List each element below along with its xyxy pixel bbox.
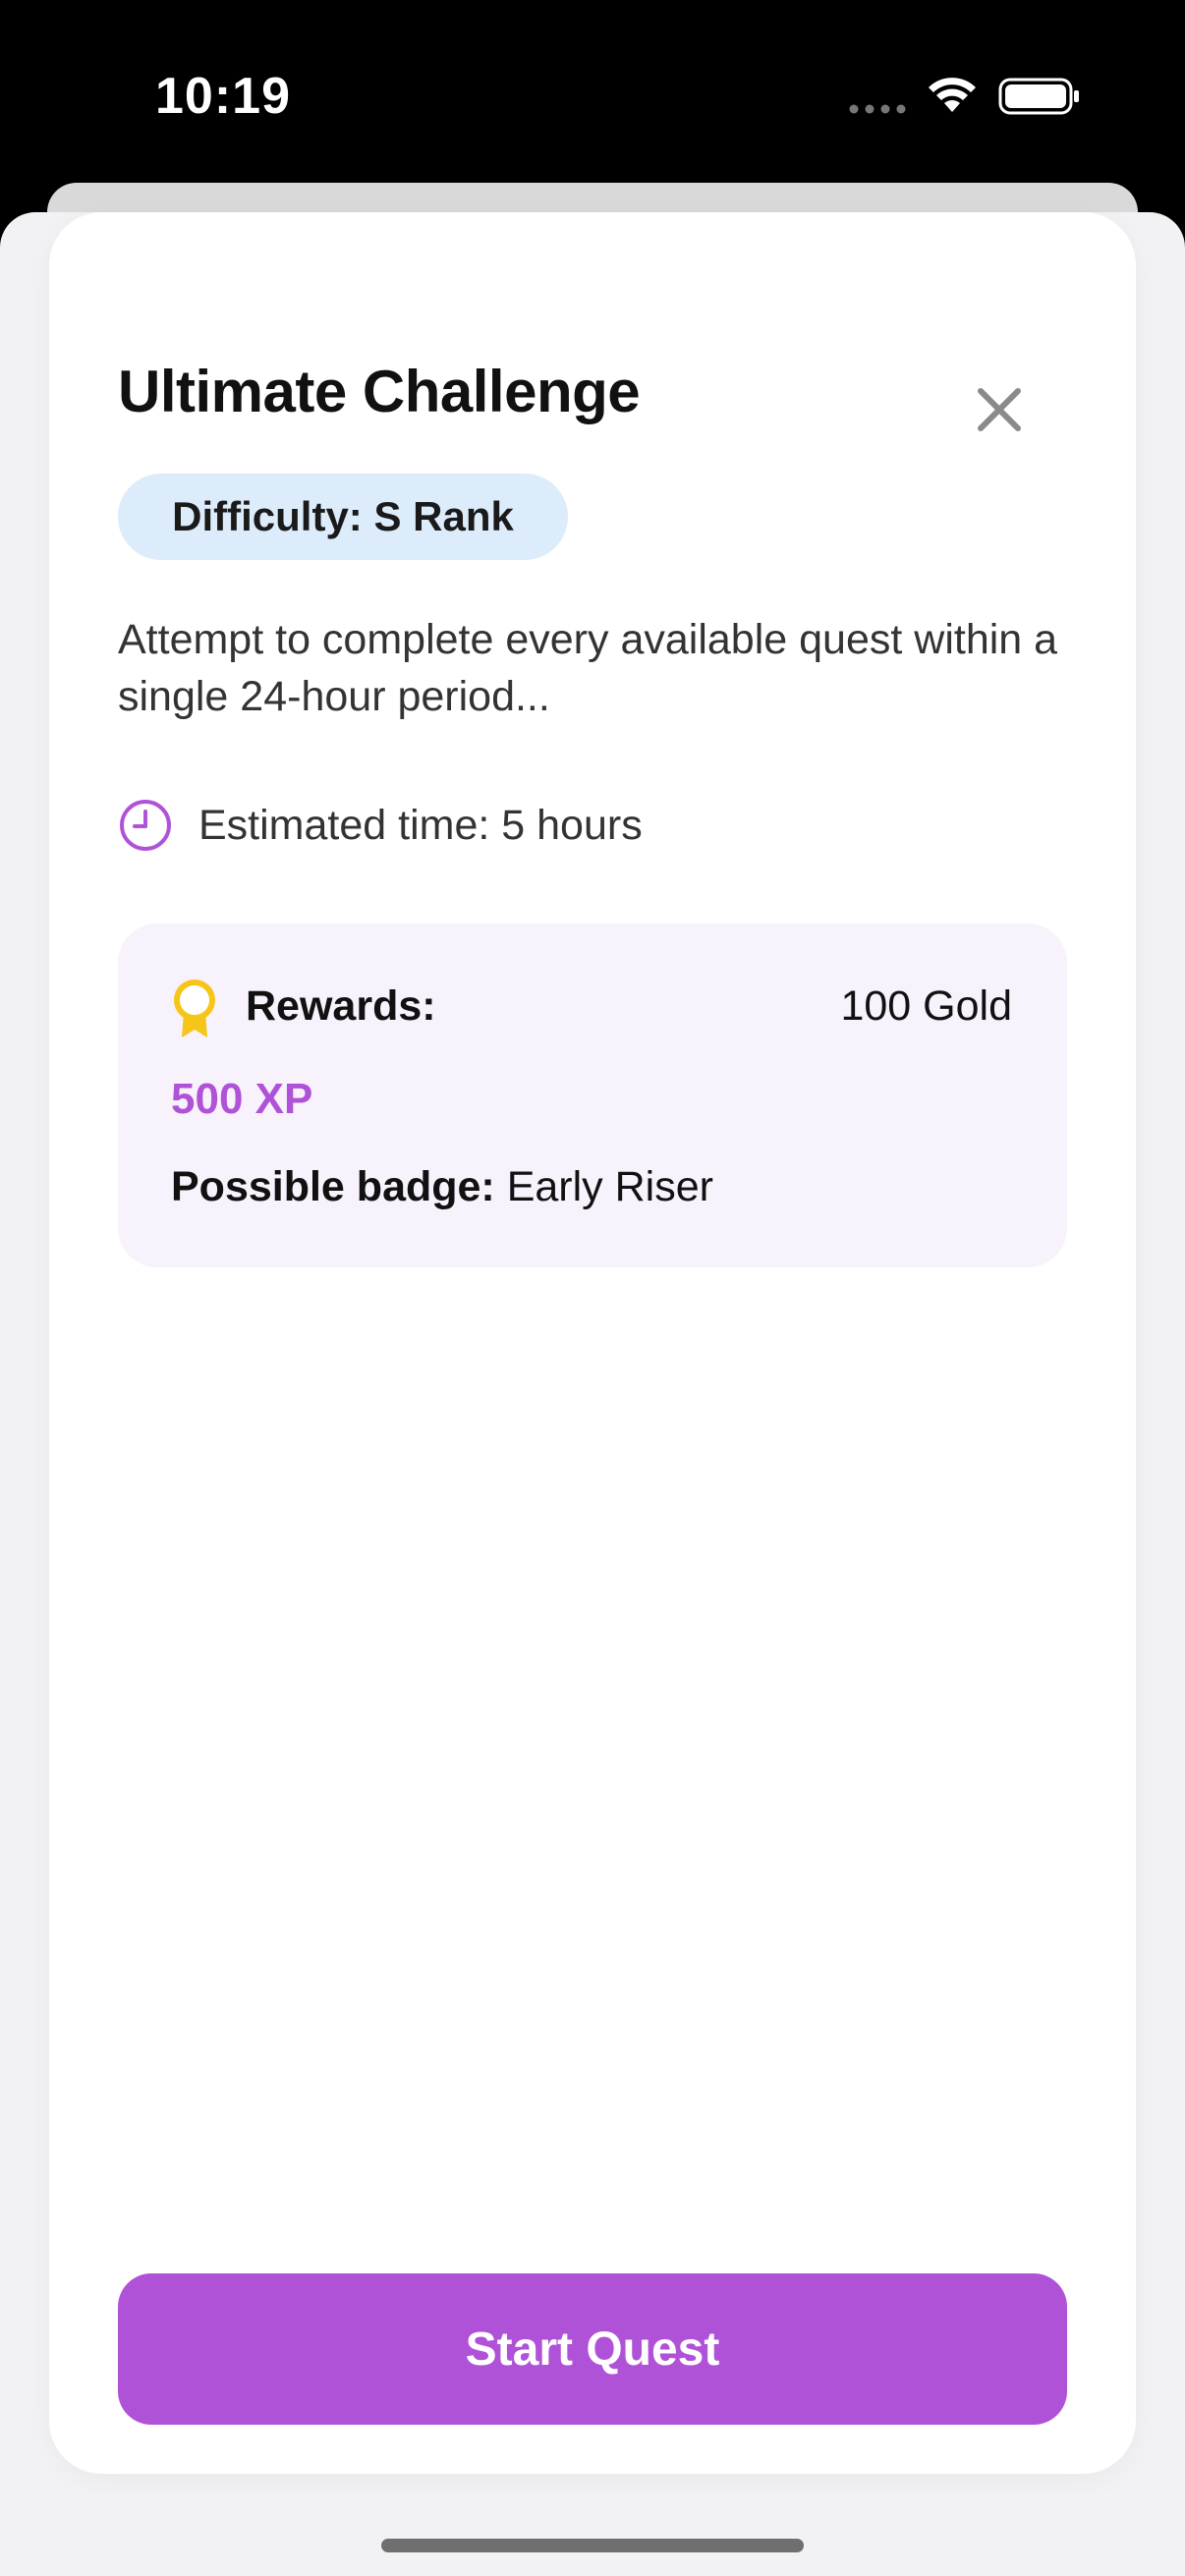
start-quest-button[interactable]: Start Quest bbox=[118, 2273, 1067, 2425]
possible-badge-row: Possible badge: Early Riser bbox=[171, 1163, 713, 1211]
rewards-xp: 500 XP bbox=[171, 1075, 313, 1123]
close-button[interactable] bbox=[965, 375, 1034, 444]
rewards-gold: 100 Gold bbox=[840, 982, 1012, 1030]
rewards-card: Rewards: 100 Gold 500 XP Possible badge:… bbox=[118, 924, 1067, 1267]
wifi-icon bbox=[929, 78, 976, 112]
signal-dots-icon bbox=[849, 104, 906, 114]
close-icon bbox=[978, 388, 1021, 431]
estimated-time-text: Estimated time: 5 hours bbox=[198, 801, 643, 849]
home-indicator[interactable] bbox=[381, 2539, 804, 2552]
battery-icon bbox=[998, 78, 1079, 115]
quest-description: Attempt to complete every available ques… bbox=[118, 616, 1058, 720]
possible-badge-value: Early Riser bbox=[506, 1163, 713, 1210]
award-ribbon-icon bbox=[174, 980, 215, 1037]
difficulty-badge: Difficulty: S Rank bbox=[118, 474, 568, 560]
quest-title: Ultimate Challenge bbox=[118, 359, 641, 424]
status-bar: 10:19 bbox=[0, 0, 1185, 196]
estimated-time-row: Estimated time: 5 hours bbox=[118, 796, 643, 855]
rewards-label: Rewards: bbox=[246, 982, 436, 1030]
quest-detail-sheet: Ultimate Challenge Difficulty: S Rank At… bbox=[49, 212, 1136, 2474]
possible-badge-label: Possible badge: bbox=[171, 1163, 495, 1210]
status-time: 10:19 bbox=[155, 68, 291, 125]
clock-icon bbox=[120, 800, 171, 851]
